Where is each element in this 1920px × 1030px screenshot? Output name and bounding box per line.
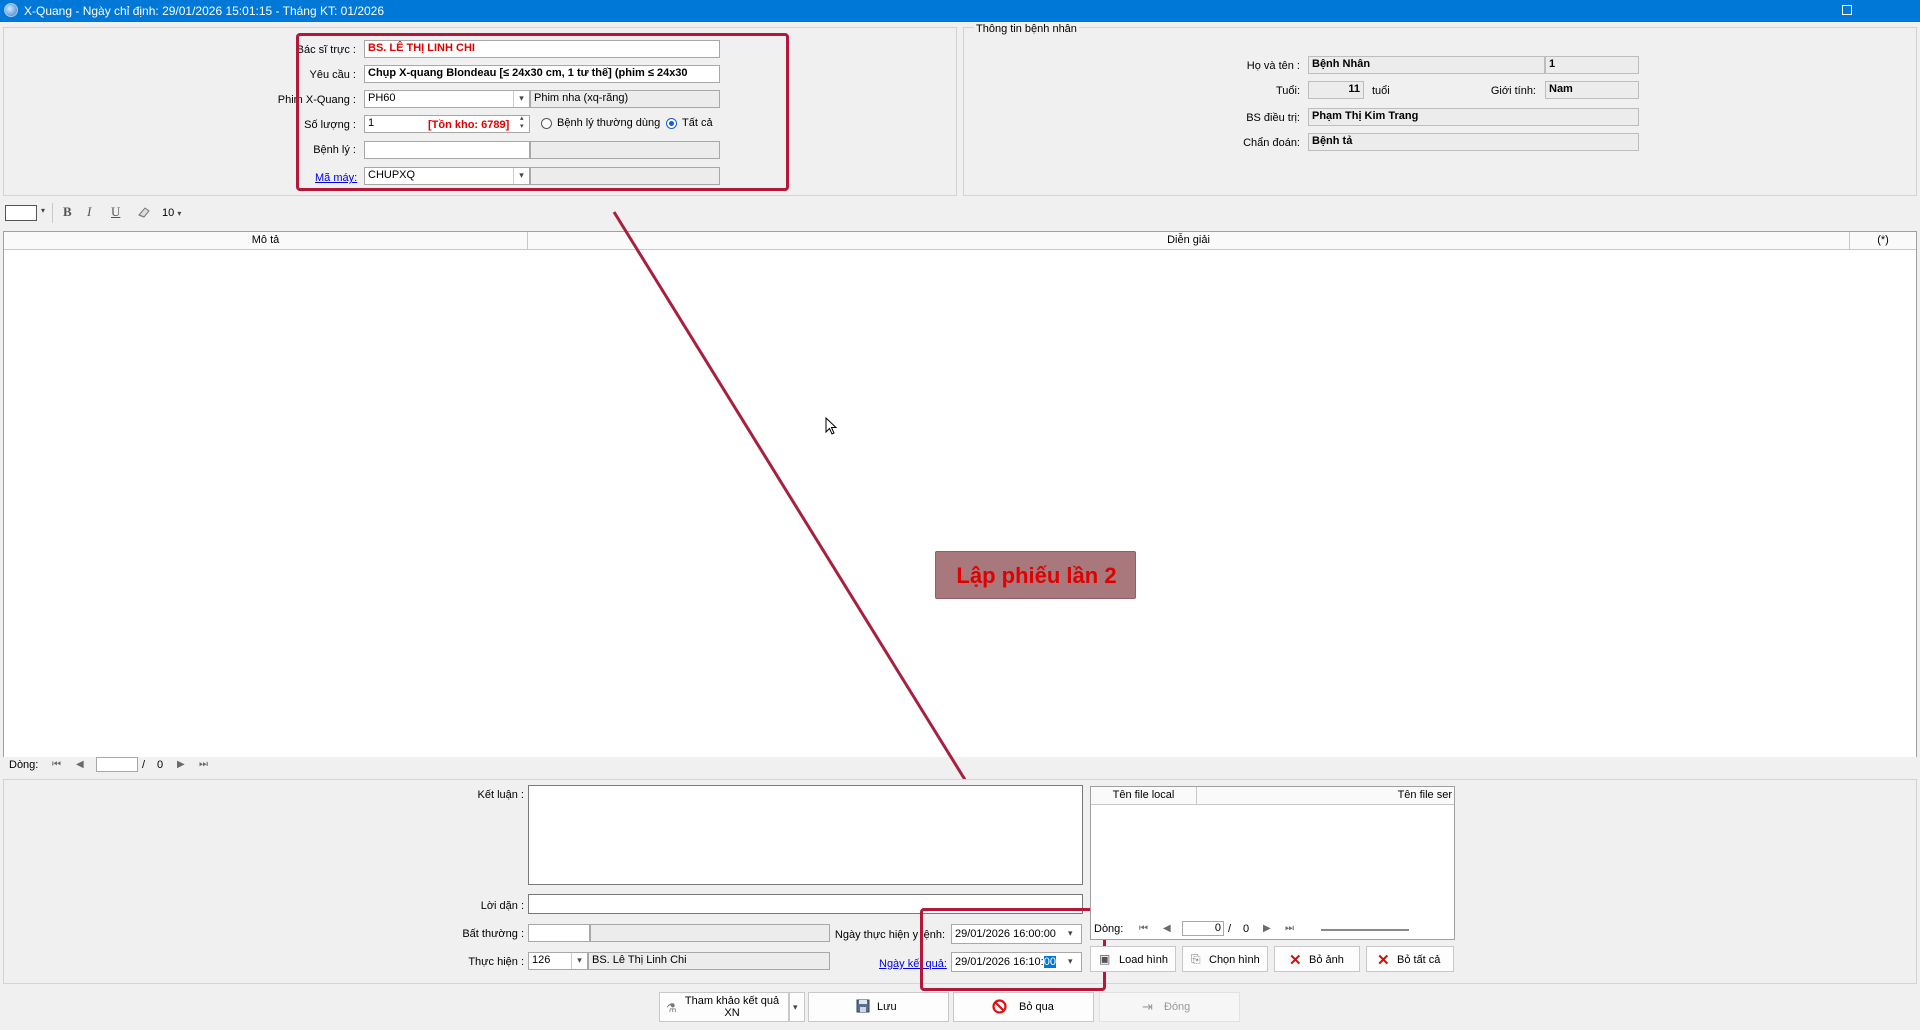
reference-line1: Tham khảo kết quả (684, 995, 780, 1007)
prev-page-icon[interactable]: ◀ (1163, 923, 1171, 934)
col-header-local-file[interactable]: Tên file local (1091, 789, 1196, 801)
abnormal-label: Bất thường : (462, 928, 524, 940)
remove-all-label: Bỏ tất cả (1397, 954, 1441, 966)
file-grid[interactable]: Tên file local Tên file ser (1090, 786, 1455, 940)
remove-image-label: Bỏ ảnh (1309, 954, 1344, 966)
zoom-slider[interactable] (1321, 929, 1409, 931)
exit-icon: ⇥ (1142, 999, 1153, 1014)
advice-label: Lời dặn : (480, 900, 524, 912)
attach-icon: ⎘ (1191, 952, 1201, 966)
next-page-icon[interactable]: ▶ (1263, 923, 1271, 934)
annotation-label-box: Lập phiếu lần 2 (935, 551, 1136, 599)
file-nav-total: 0 (1243, 923, 1250, 935)
chevron-down-icon[interactable]: ▾ (571, 953, 587, 969)
conclusion-textarea[interactable] (528, 785, 1083, 885)
first-page-icon[interactable]: ⏮ (1139, 923, 1148, 934)
conclusion-label: Kết luận : (477, 789, 524, 801)
last-page-icon[interactable]: ⏭ (1285, 923, 1294, 934)
skip-label: Bỏ qua (1019, 1001, 1054, 1013)
load-image-label: Load hình (1119, 954, 1168, 966)
close-icon: ✕ (1289, 952, 1302, 969)
file-nav-label: Dòng: (1094, 923, 1124, 935)
abnormal-input[interactable] (528, 924, 590, 942)
save-button[interactable]: Lưu (808, 992, 949, 1022)
close-icon: ✕ (1377, 952, 1390, 969)
mouse-cursor-icon (825, 417, 838, 435)
reference-results-button[interactable]: ⚗ Tham khảo kết quả XN (659, 992, 789, 1022)
remove-all-button[interactable]: ✕ Bỏ tất cả (1366, 946, 1454, 972)
choose-image-label: Chọn hình (1209, 954, 1260, 966)
chevron-down-icon: ▾ (793, 1002, 798, 1012)
file-nav-position[interactable]: 0 (1182, 921, 1224, 936)
cancel-icon (992, 999, 1007, 1017)
close-button[interactable]: ⇥ Đóng (1099, 992, 1240, 1022)
highlight-box-dates (920, 908, 1106, 991)
skip-button[interactable]: Bỏ qua (953, 992, 1094, 1022)
annotation-label: Lập phiếu lần 2 (956, 563, 1117, 588)
performer-name-field: BS. Lê Thị Linh Chi (588, 952, 830, 970)
reference-results-label: Tham khảo kết quả XN (682, 995, 782, 1019)
close-label: Đóng (1164, 1001, 1191, 1013)
image-icon: ▣ (1099, 952, 1111, 966)
reference-dropdown[interactable]: ▾ (789, 992, 805, 1022)
performer-code: 126 (532, 954, 551, 966)
load-image-button[interactable]: ▣ Load hình (1090, 946, 1176, 972)
save-icon (856, 999, 870, 1016)
file-nav-sep: / (1228, 923, 1232, 935)
reference-line2: XN (724, 1007, 740, 1019)
col-header-server-file[interactable]: Tên file ser (1197, 789, 1454, 801)
choose-image-button[interactable]: ⎘ Chọn hình (1182, 946, 1268, 972)
flask-icon: ⚗ (666, 1001, 677, 1015)
performer-label: Thực hiện : (468, 956, 524, 968)
abnormal-name-field (590, 924, 830, 942)
remove-image-button[interactable]: ✕ Bỏ ảnh (1274, 946, 1360, 972)
save-label: Lưu (877, 1001, 897, 1013)
